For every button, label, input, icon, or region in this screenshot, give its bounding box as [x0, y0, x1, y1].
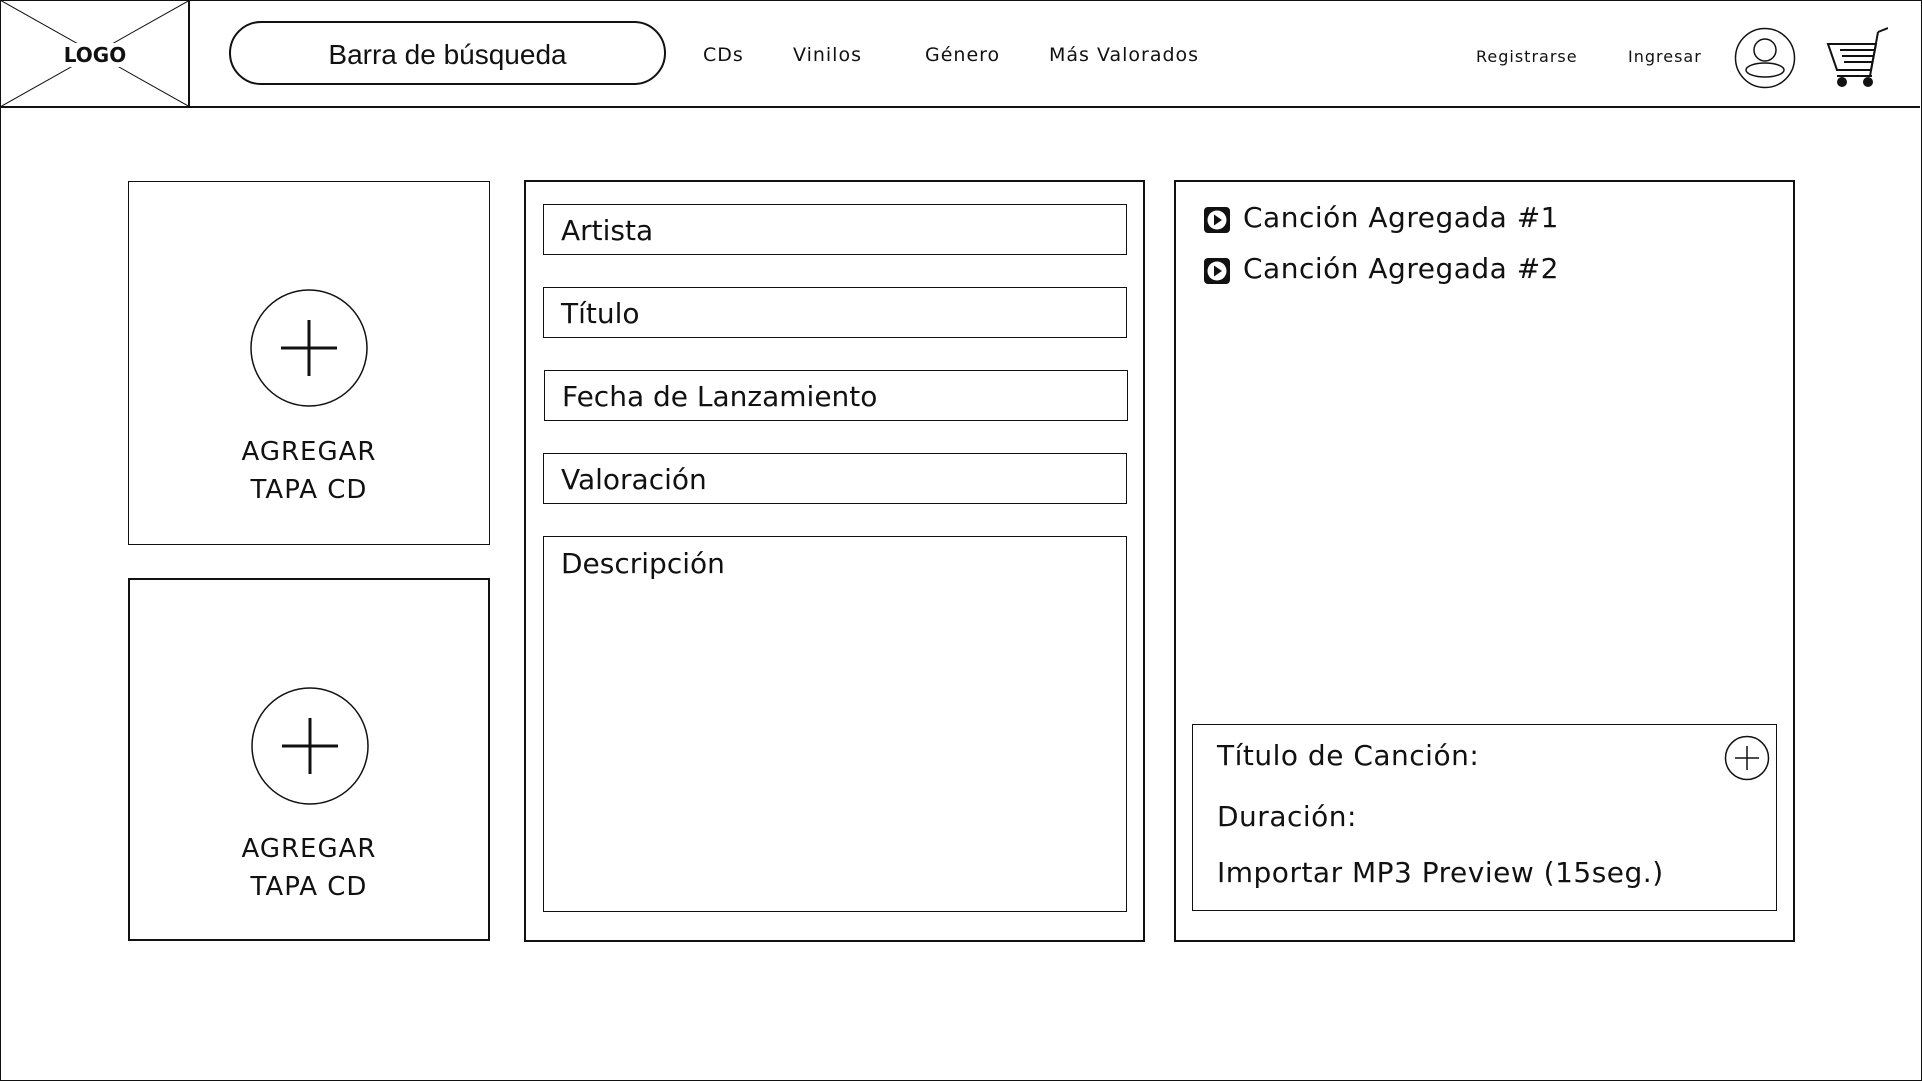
description-field[interactable]: Descripción [543, 536, 1127, 912]
nav-genero[interactable]: Género [925, 44, 1000, 66]
add-cover-label: AGREGAR [241, 834, 377, 864]
song-title-field[interactable]: Título de Canción: [1217, 739, 1479, 772]
add-cover-label: TAPA CD [250, 872, 368, 902]
title-field[interactable]: Título [543, 287, 1127, 338]
add-cover-label: AGREGAR [241, 437, 377, 467]
release-date-field[interactable]: Fecha de Lanzamiento [544, 370, 1128, 421]
plus-icon [250, 289, 368, 407]
add-cover-card[interactable]: AGREGAR TAPA CD [128, 578, 490, 941]
cart-icon[interactable] [1826, 26, 1888, 90]
header: LOGO Barra de búsqueda CDs Vinilos Géner… [0, 0, 1920, 108]
duration-field[interactable]: Duración: [1217, 800, 1357, 833]
play-icon[interactable] [1204, 207, 1230, 233]
song-title: Canción Agregada #1 [1243, 201, 1559, 234]
add-song-button[interactable] [1724, 735, 1770, 781]
search-bar[interactable]: Barra de búsqueda [229, 21, 666, 85]
rating-field[interactable]: Valoración [543, 453, 1127, 504]
register-link[interactable]: Registrarse [1476, 47, 1578, 66]
logo-text: LOGO [59, 43, 131, 67]
nav-cds[interactable]: CDs [703, 44, 744, 66]
add-cover-label: TAPA CD [250, 475, 368, 505]
nav-vinilos[interactable]: Vinilos [793, 44, 862, 66]
add-cover-card[interactable]: AGREGAR TAPA CD [128, 181, 490, 545]
song-title: Canción Agregada #2 [1243, 252, 1559, 285]
logo[interactable]: LOGO [0, 0, 190, 107]
artist-field[interactable]: Artista [543, 204, 1127, 255]
login-link[interactable]: Ingresar [1628, 47, 1702, 66]
add-song-form: Título de Canción: Duración: Importar MP… [1192, 724, 1777, 911]
plus-icon [251, 687, 369, 805]
nav-mas-valorados[interactable]: Más Valorados [1049, 44, 1199, 66]
user-icon[interactable] [1734, 27, 1796, 89]
import-mp3-button[interactable]: Importar MP3 Preview (15seg.) [1217, 856, 1664, 889]
play-icon[interactable] [1204, 258, 1230, 284]
